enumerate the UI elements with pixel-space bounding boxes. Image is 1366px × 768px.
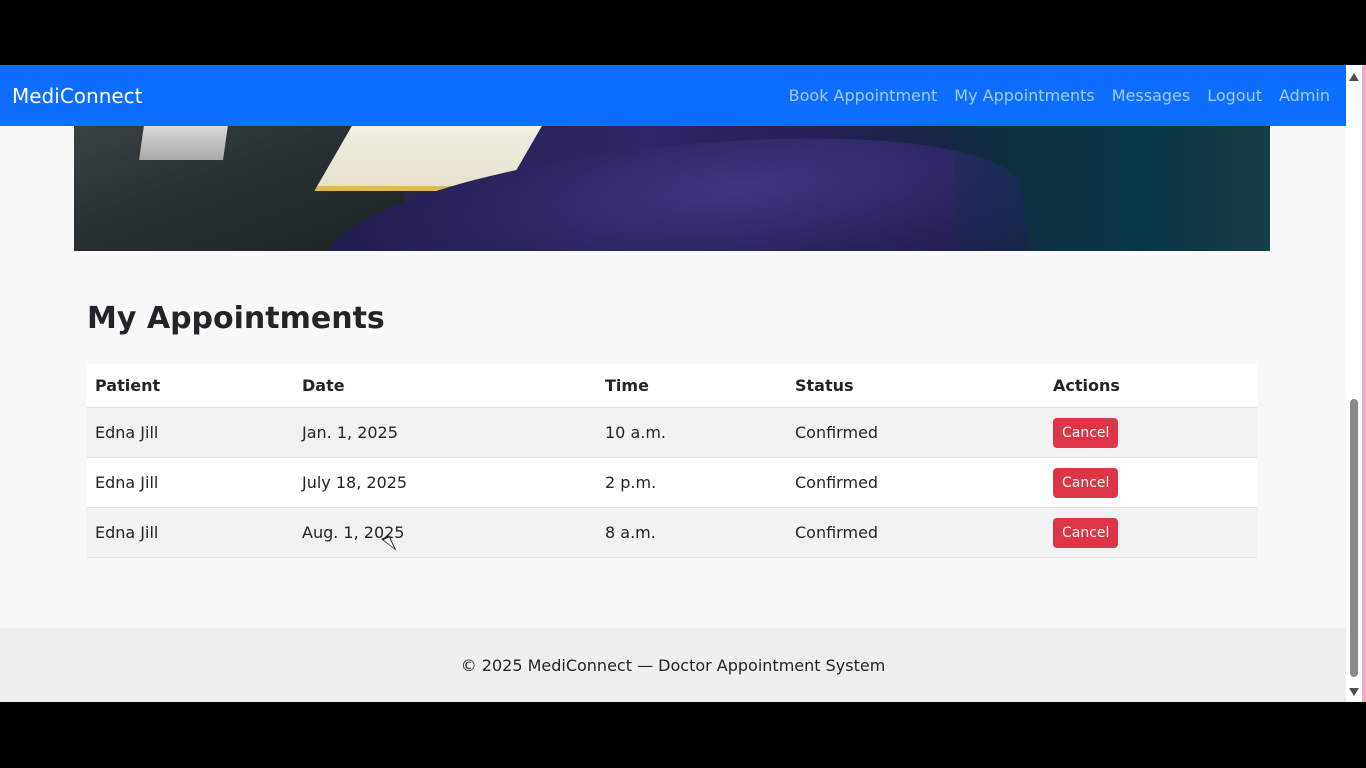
cancel-button[interactable]: Cancel: [1053, 417, 1119, 448]
scrollbar-thumb[interactable]: [1350, 399, 1358, 677]
vertical-scrollbar[interactable]: [1346, 65, 1362, 702]
scroll-up-arrow-icon[interactable]: [1349, 73, 1359, 81]
appointments-table: Patient Date Time Status Actions Edna Ji…: [87, 364, 1257, 558]
table-row: Edna Jill Jan. 1, 2025 10 a.m. Confirmed…: [87, 407, 1257, 458]
nav-links: Book Appointment My Appointments Message…: [789, 86, 1344, 105]
table-row: Edna Jill Aug. 1, 2025 8 a.m. Confirmed …: [87, 507, 1257, 558]
cell-status: Confirmed: [787, 507, 1045, 558]
cell-patient: Edna Jill: [87, 457, 294, 508]
cell-time: 8 a.m.: [597, 507, 787, 558]
page-footer: © 2025 MediConnect — Doctor Appointment …: [0, 628, 1346, 702]
hero-box-shape: [139, 126, 229, 160]
cell-actions: Cancel: [1045, 507, 1257, 558]
cell-status: Confirmed: [787, 457, 1045, 508]
nav-link-messages[interactable]: Messages: [1112, 86, 1190, 105]
cell-date: Jan. 1, 2025: [294, 407, 597, 458]
footer-text: © 2025 MediConnect — Doctor Appointment …: [460, 655, 886, 675]
hero-shade-shape: [954, 126, 1270, 251]
nav-link-book-appointment[interactable]: Book Appointment: [789, 86, 938, 105]
cell-status: Confirmed: [787, 407, 1045, 458]
nav-link-admin[interactable]: Admin: [1279, 86, 1330, 105]
cell-patient: Edna Jill: [87, 507, 294, 558]
nav-link-logout[interactable]: Logout: [1207, 86, 1262, 105]
window-edge: [1362, 65, 1366, 702]
cell-date: Aug. 1, 2025: [294, 507, 597, 558]
cell-patient: Edna Jill: [87, 407, 294, 458]
cell-date: July 18, 2025: [294, 457, 597, 508]
cell-time: 2 p.m.: [597, 457, 787, 508]
cancel-button[interactable]: Cancel: [1053, 517, 1119, 548]
cancel-button[interactable]: Cancel: [1053, 467, 1119, 498]
column-header-actions: Actions: [1045, 364, 1257, 408]
cell-actions: Cancel: [1045, 457, 1257, 508]
nav-link-my-appointments[interactable]: My Appointments: [954, 86, 1094, 105]
page-title: My Appointments: [87, 301, 385, 336]
table-header-row: Patient Date Time Status Actions: [87, 364, 1257, 408]
brand-link[interactable]: MediConnect: [12, 84, 143, 108]
column-header-date: Date: [294, 364, 597, 408]
column-header-status: Status: [787, 364, 1045, 408]
cell-time: 10 a.m.: [597, 407, 787, 458]
column-header-time: Time: [597, 364, 787, 408]
table-row: Edna Jill July 18, 2025 2 p.m. Confirmed…: [87, 457, 1257, 508]
scroll-down-arrow-icon[interactable]: [1349, 688, 1359, 696]
hero-image: [74, 126, 1270, 251]
navbar: MediConnect Book Appointment My Appointm…: [0, 65, 1346, 126]
browser-viewport: MediConnect Book Appointment My Appointm…: [0, 65, 1366, 702]
column-header-patient: Patient: [87, 364, 294, 408]
cell-actions: Cancel: [1045, 407, 1257, 458]
